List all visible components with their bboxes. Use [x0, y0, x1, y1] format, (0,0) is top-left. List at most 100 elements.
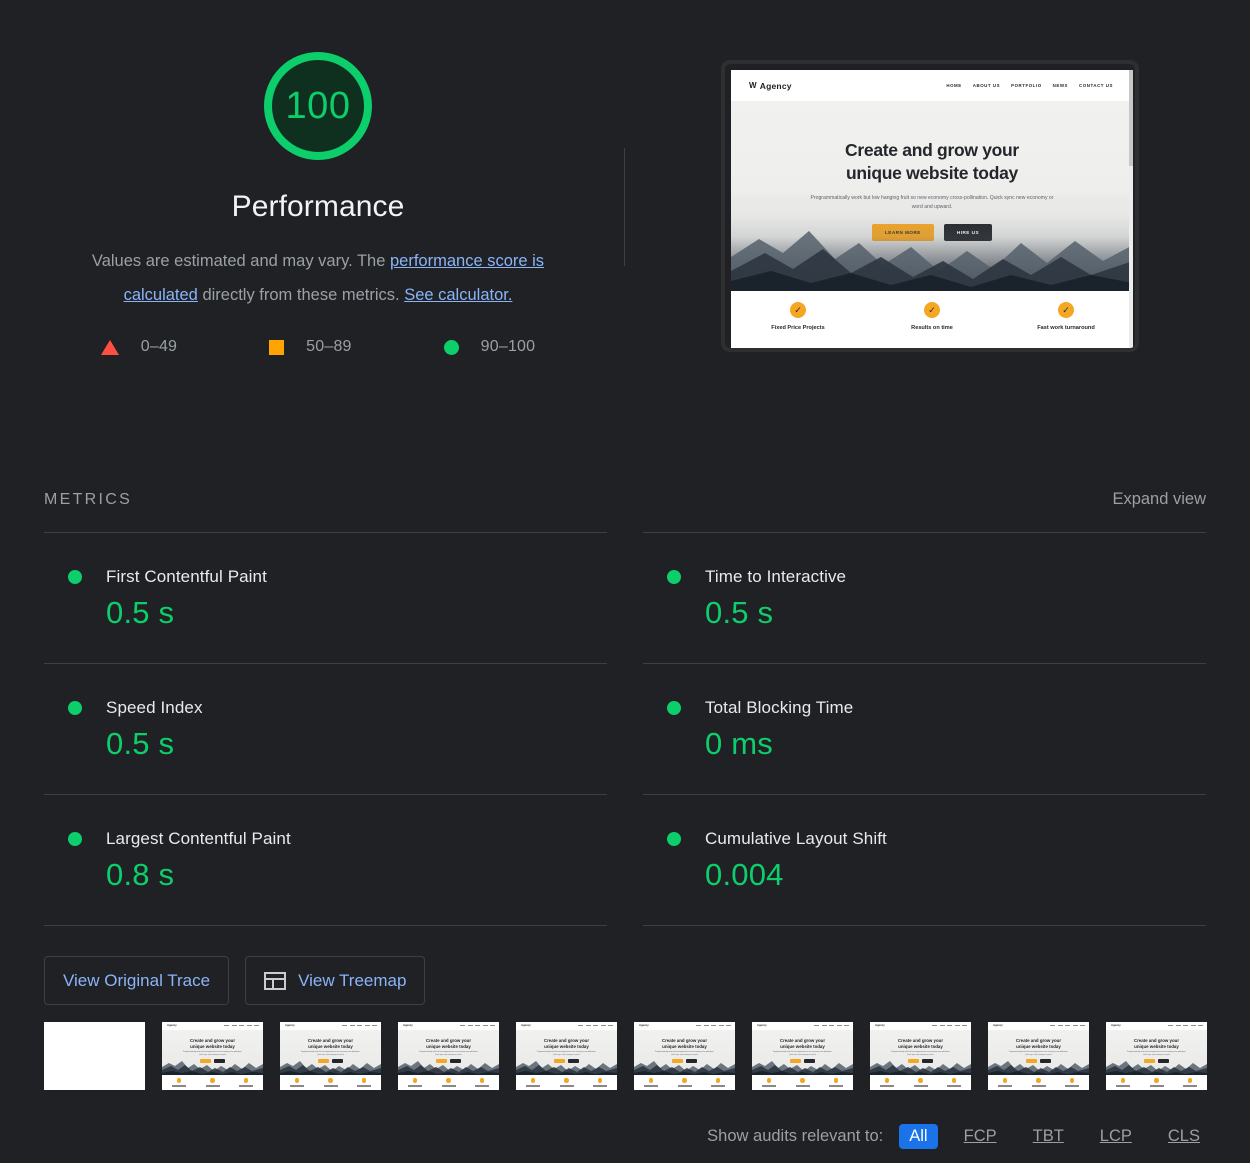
metric-header: Largest Contentful Paint [44, 829, 607, 849]
check-icon: ✓ [1058, 302, 1074, 318]
filmstrip-frame[interactable] [44, 1022, 145, 1090]
preview-mountain-image [731, 213, 1133, 291]
metric-row[interactable]: Total Blocking Time 0 ms [643, 663, 1206, 794]
metric-header: Time to Interactive [643, 567, 1206, 587]
expand-view-toggle[interactable]: Expand view [1112, 490, 1206, 509]
audit-filter-chip-lcp[interactable]: LCP [1090, 1124, 1142, 1149]
score-description: Values are estimated and may vary. The p… [53, 244, 583, 312]
lighthouse-performance-report: 100 Performance Values are estimated and… [0, 0, 1250, 1163]
report-actions: View Original Trace View Treemap [44, 956, 426, 1005]
preview-feature-2: ✓ Results on time [865, 302, 999, 331]
preview-nav-links: HOME ABOUT US PORTFOLIO NEWS CONTACT US [946, 83, 1113, 88]
preview-logo: W Agency [749, 81, 792, 91]
audit-filter: Show audits relevant to: All FCP TBT LCP… [707, 1124, 1210, 1149]
metric-value: 0.8 s [106, 857, 175, 892]
filmstrip-frame[interactable]: Agency Create and grow your unique website… [280, 1022, 381, 1090]
preview-features: ✓ Fixed Price Projects ✓ Results on time… [731, 291, 1133, 348]
metric-row[interactable]: Cumulative Layout Shift 0.004 [643, 794, 1206, 926]
metric-label: Cumulative Layout Shift [705, 829, 887, 848]
triangle-icon [100, 339, 119, 355]
preview-headline: Create and grow your unique website toda… [731, 101, 1133, 185]
preview-feature-2-label: Results on time [911, 325, 953, 331]
square-icon [269, 339, 285, 355]
legend-label-fail: 0–49 [140, 338, 178, 355]
preview-subtext: Programmatically work but low hanging fr… [810, 195, 1054, 210]
preview-nav-item-news: NEWS [1052, 83, 1069, 88]
filmstrip-frame[interactable]: Agency Create and grow your unique website… [752, 1022, 853, 1090]
metric-header: First Contentful Paint [44, 567, 607, 587]
metric-label: Largest Contentful Paint [106, 829, 291, 848]
filmstrip-frame[interactable]: Agency Create and grow your unique website… [162, 1022, 263, 1090]
audit-filter-chip-all[interactable]: All [899, 1124, 938, 1149]
filmstrip-frame[interactable]: Agency Create and grow your unique website… [634, 1022, 735, 1090]
filmstrip-frame[interactable]: Agency Create and grow your unique website… [988, 1022, 1089, 1090]
legend-item-pass: 90–100 [443, 338, 536, 356]
preview-logo-text: Agency [759, 80, 792, 91]
legend-label-pass: 90–100 [480, 338, 536, 355]
view-treemap-button[interactable]: View Treemap [245, 956, 426, 1005]
score-section: 100 Performance Values are estimated and… [0, 0, 1250, 470]
final-screenshot-preview[interactable]: W Agency HOME ABOUT US PORTFOLIO NEWS CO… [721, 60, 1139, 352]
status-badge [667, 832, 681, 846]
status-badge [68, 701, 82, 715]
view-original-trace-label: View Original Trace [63, 970, 211, 990]
preview-feature-3: ✓ Fast work turnaround [999, 302, 1133, 331]
treemap-icon [264, 971, 287, 990]
filmstrip-frame[interactable]: Agency Create and grow your unique website… [398, 1022, 499, 1090]
metric-row[interactable]: First Contentful Paint 0.5 s [44, 532, 607, 663]
status-badge [68, 832, 82, 846]
page-title: Performance [231, 190, 405, 223]
performance-score-value: 100 [285, 84, 351, 127]
filmstrip-frame[interactable]: Agency Create and grow your unique website… [516, 1022, 617, 1090]
metric-value: 0.5 s [705, 595, 774, 630]
preview-scrollbar[interactable] [1129, 70, 1133, 348]
preview-headline-line1: Create and grow your [845, 140, 1019, 160]
metrics-section-title: METRICS [44, 491, 133, 508]
performance-gauge[interactable]: 100 [256, 44, 380, 168]
preview-logo-mark: W [749, 81, 757, 90]
score-description-middle: directly from these metrics. [197, 286, 405, 304]
metrics-header: METRICS Expand view [44, 490, 1206, 509]
view-original-trace-button[interactable]: View Original Trace [44, 956, 230, 1005]
metric-label: First Contentful Paint [106, 567, 267, 586]
preview-nav-item-portfolio: PORTFOLIO [1011, 83, 1042, 88]
performance-gauge-block: 100 Performance Values are estimated and… [44, 44, 592, 356]
metric-value: 0.5 s [106, 595, 175, 630]
see-calculator-link[interactable]: See calculator. [404, 286, 512, 304]
check-icon: ✓ [790, 302, 806, 318]
status-badge [68, 570, 82, 584]
preview-hero: Create and grow your unique website toda… [731, 101, 1133, 291]
circle-icon [443, 339, 459, 355]
metric-row[interactable]: Speed Index 0.5 s [44, 663, 607, 794]
preview-nav-item-home: HOME [946, 83, 962, 88]
audit-filter-chip-tbt[interactable]: TBT [1023, 1124, 1074, 1149]
metric-label: Speed Index [106, 698, 203, 717]
view-treemap-label: View Treemap [298, 970, 407, 990]
preview-feature-1: ✓ Fixed Price Projects [731, 302, 865, 331]
metric-label: Time to Interactive [705, 567, 847, 586]
metric-value: 0.004 [705, 857, 784, 892]
metric-label: Total Blocking Time [705, 698, 854, 717]
metric-header: Total Blocking Time [643, 698, 1206, 718]
audit-filter-chip-cls[interactable]: CLS [1158, 1124, 1210, 1149]
legend-label-average: 50–89 [306, 338, 352, 355]
filmstrip-frame[interactable]: Agency Create and grow your unique website… [1106, 1022, 1207, 1090]
audit-filter-label: Show audits relevant to: [707, 1127, 884, 1145]
metric-row[interactable]: Time to Interactive 0.5 s [643, 532, 1206, 663]
section-divider [624, 148, 625, 266]
filmstrip-frame[interactable]: Agency Create and grow your unique website… [870, 1022, 971, 1090]
score-description-prefix: Values are estimated and may vary. The [91, 252, 390, 270]
metric-row[interactable]: Largest Contentful Paint 0.8 s [44, 794, 607, 926]
metric-value: 0.5 s [106, 726, 175, 761]
preview-nav-item-about: ABOUT US [972, 83, 1001, 88]
preview-feature-3-label: Fast work turnaround [1037, 325, 1095, 331]
legend-item-fail: 0–49 [100, 338, 178, 356]
preview-headline-line2: unique website today [846, 163, 1018, 183]
preview-feature-1-label: Fixed Price Projects [771, 325, 825, 331]
preview-viewport: W Agency HOME ABOUT US PORTFOLIO NEWS CO… [731, 70, 1133, 348]
score-legend: 0–49 50–89 90–100 [100, 338, 536, 356]
metrics-grid: First Contentful Paint 0.5 s Time to Int… [44, 532, 1206, 926]
audit-filter-chip-fcp[interactable]: FCP [954, 1124, 1007, 1149]
metric-value: 0 ms [705, 726, 773, 761]
status-badge [667, 570, 681, 584]
